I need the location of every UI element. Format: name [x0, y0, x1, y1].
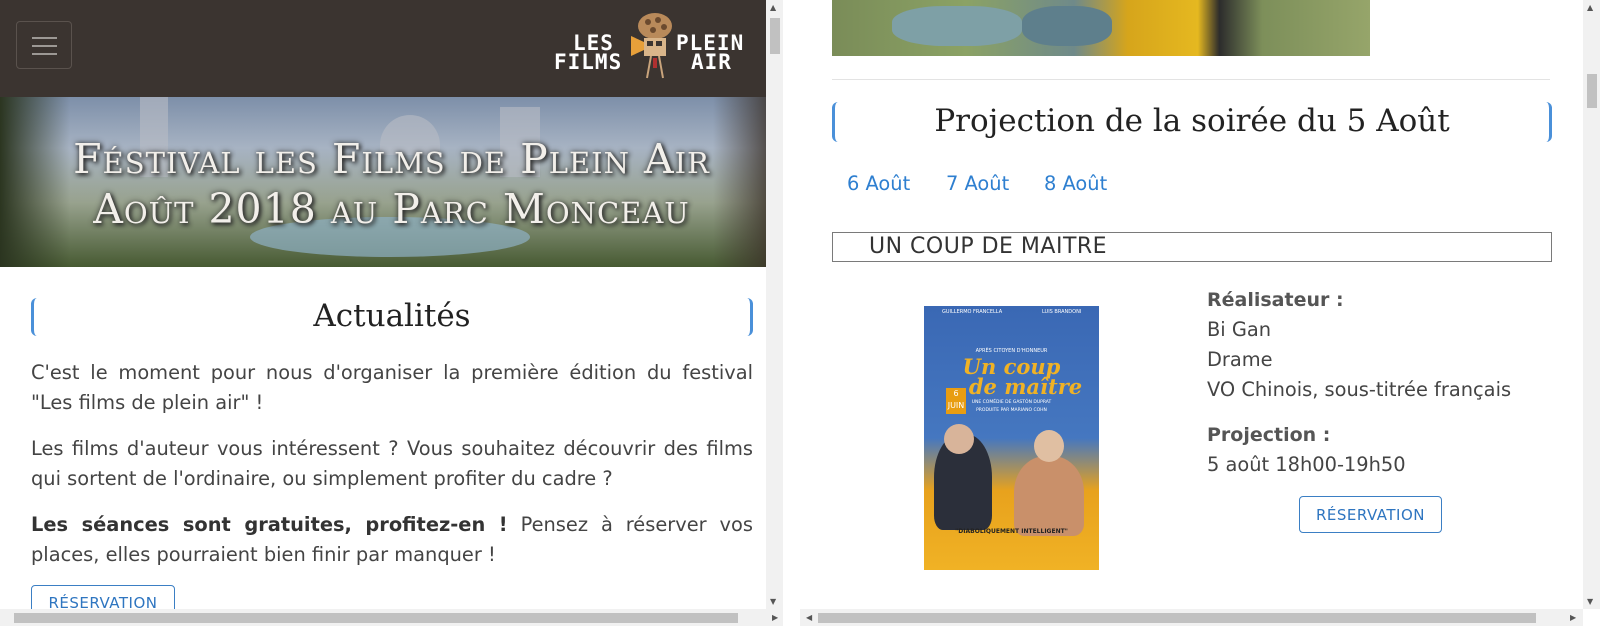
director-label: Réalisateur :: [1207, 289, 1344, 311]
poster-face: [944, 424, 974, 454]
day-link-6-aout[interactable]: 6 Août: [847, 172, 910, 195]
film-title-box: UN COUP DE MAITRE: [832, 232, 1552, 262]
hamburger-icon: [32, 37, 57, 39]
banner-title-line1: Féstival les Films de Plein Air: [73, 135, 710, 183]
poster-figure: [1014, 456, 1084, 536]
navbar: LES PLEIN FILMS AIR: [0, 0, 783, 97]
mushroom-projector-icon: [631, 13, 672, 79]
photo-sleeping-bag: [1022, 6, 1112, 46]
section-title-projection: Projection de la soirée du 5 Août: [832, 102, 1552, 142]
poster-face: [1034, 430, 1064, 462]
menu-toggle-button[interactable]: [16, 21, 72, 69]
right-horizontal-scrollbar[interactable]: ◀ ▶: [800, 609, 1583, 626]
projection-label: Projection :: [1207, 424, 1331, 446]
scroll-down-arrow-icon[interactable]: ▼: [1587, 597, 1593, 607]
right-pane: Projection de la soirée du 5 Août 6 Août…: [800, 0, 1600, 626]
poster-actor: LUIS BRANDONI: [1042, 309, 1082, 315]
logo-text: FILMS: [554, 50, 623, 74]
genre-value: Drame: [1207, 348, 1273, 371]
director-value: Bi Gan: [1207, 318, 1272, 341]
film-reservation-button[interactable]: RÉSERVATION: [1299, 496, 1442, 533]
projection-value: 5 août 18h00-19h50: [1207, 453, 1406, 476]
scroll-up-arrow-icon[interactable]: ▲: [1587, 3, 1593, 13]
hamburger-icon-bar: [32, 45, 57, 47]
free-sessions-highlight: Les séances sont gratuites, profitez-en …: [31, 513, 508, 536]
day-link-8-aout[interactable]: 8 Août: [1044, 172, 1107, 195]
poster-credit: PRODUITE PAR MARIANO COHN: [976, 408, 1047, 413]
news-paragraph: Les séances sont gratuites, profitez-en …: [31, 510, 753, 570]
scroll-right-arrow-icon[interactable]: ▶: [772, 613, 778, 623]
picnic-photo: [832, 0, 1370, 56]
film-poster: GUILLERMO FRANCELLA LUIS BRANDONI APRÈS …: [924, 306, 1099, 570]
poster-credit: UNE COMÉDIE DE GASTÓN DUPRAT: [971, 400, 1052, 405]
left-vertical-scrollbar[interactable]: ▲ ▼: [766, 0, 783, 609]
scroll-up-arrow-icon[interactable]: ▲: [770, 3, 776, 13]
scrollbar-thumb[interactable]: [818, 613, 1536, 623]
section-divider: [832, 79, 1550, 80]
left-horizontal-scrollbar[interactable]: ▶: [0, 609, 783, 626]
poster-quote: "DIABOLIQUEMENT INTELLIGENT": [955, 528, 1068, 535]
scroll-left-arrow-icon[interactable]: ◀: [806, 613, 812, 623]
scroll-right-arrow-icon[interactable]: ▶: [1570, 613, 1576, 623]
news-paragraph: C'est le moment pour nous d'organiser la…: [31, 361, 753, 414]
news-paragraph: Les films d'auteur vous intéressent ? Vo…: [31, 437, 753, 490]
film-title: UN COUP DE MAITRE: [869, 234, 1108, 259]
festival-banner: Féstival les Films de Plein Air Août 201…: [0, 97, 783, 267]
section-title-actualites: Actualités: [31, 298, 753, 336]
language-value: VO Chinois, sous-titrée français: [1207, 378, 1512, 401]
banner-title-line2: Août 2018 au Parc Monceau: [93, 185, 690, 233]
left-pane: LES PLEIN FILMS AIR Féstival les Films d…: [0, 0, 783, 626]
logo-text: AIR: [691, 50, 732, 74]
site-logo[interactable]: LES PLEIN FILMS AIR: [553, 12, 753, 84]
hamburger-icon-bar: [32, 53, 57, 55]
scroll-down-arrow-icon[interactable]: ▼: [770, 597, 776, 607]
scrollbar-thumb[interactable]: [770, 18, 780, 54]
day-link-7-aout[interactable]: 7 Août: [946, 172, 1009, 195]
photo-sleeping-bag: [892, 6, 1022, 46]
poster-actor: GUILLERMO FRANCELLA: [942, 309, 1003, 315]
right-vertical-scrollbar[interactable]: ▲ ▼: [1583, 0, 1600, 609]
scrollbar-thumb[interactable]: [1587, 74, 1597, 108]
scrollbar-thumb[interactable]: [14, 613, 738, 623]
